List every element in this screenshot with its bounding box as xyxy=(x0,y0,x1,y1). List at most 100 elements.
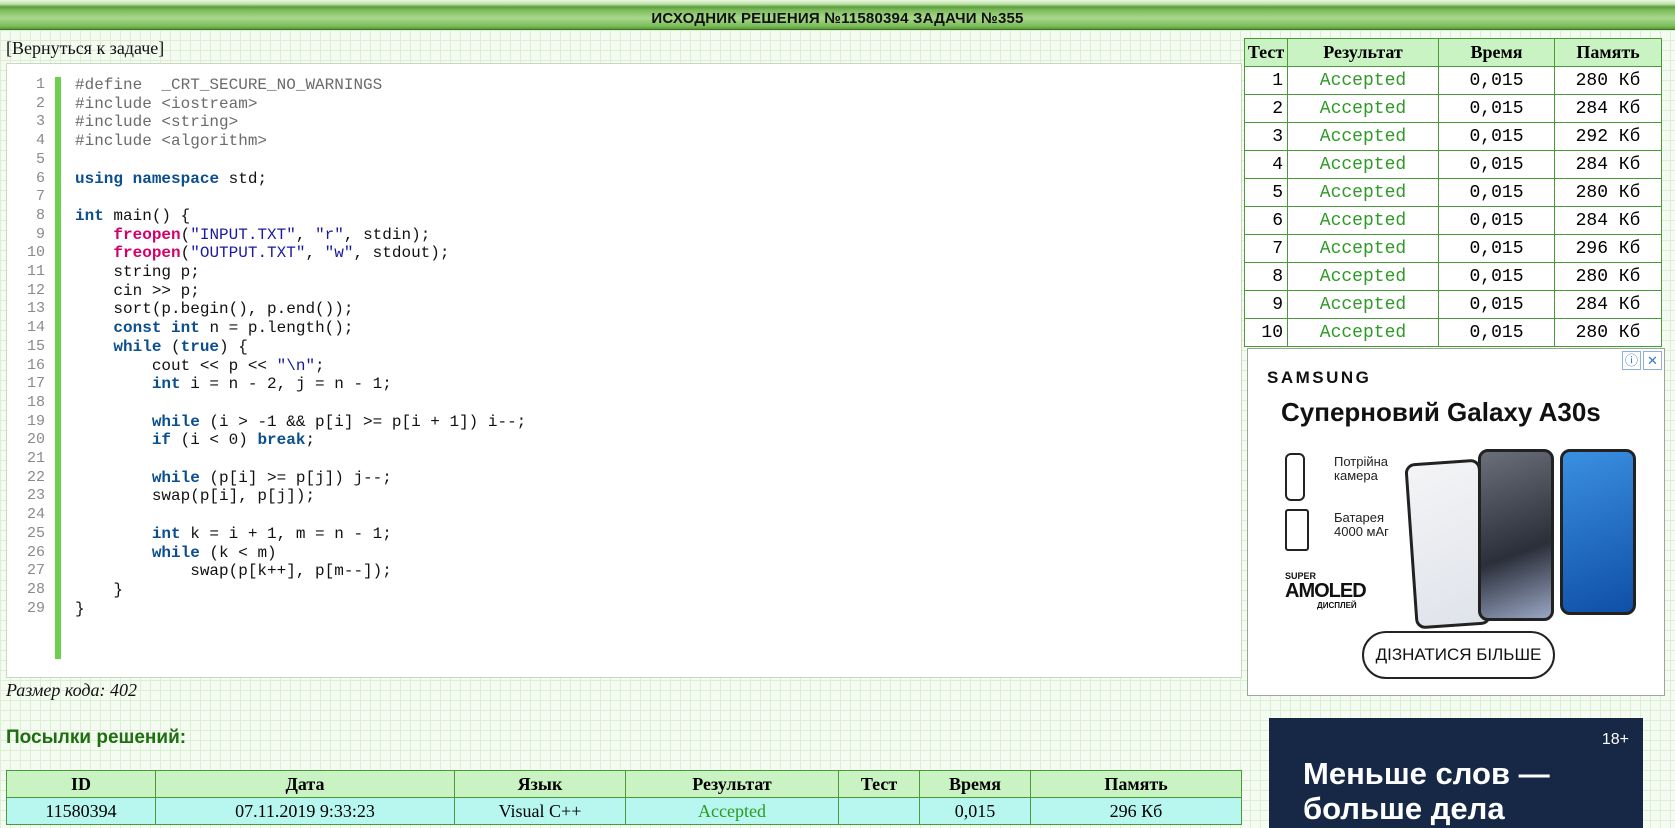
col-language: Язык xyxy=(454,770,626,798)
test-result: Accepted xyxy=(1287,206,1439,235)
line-number: 20 xyxy=(26,431,45,449)
line-number: 22 xyxy=(26,468,45,486)
test-number: 4 xyxy=(1244,150,1288,179)
code-line: 18 xyxy=(7,393,1207,413)
code-text: swap(p[k++], p[m--]); xyxy=(75,562,392,581)
line-number: 29 xyxy=(26,599,45,617)
code-line: 9 freopen("INPUT.TXT", "r", stdin); xyxy=(7,225,1207,245)
code-text: #include <iostream> xyxy=(75,94,258,113)
code-text: freopen("OUTPUT.TXT", "w", stdout); xyxy=(113,244,450,263)
test-row: 2 Accepted 0,015 284 Кб xyxy=(1244,94,1662,123)
test-number: 2 xyxy=(1244,94,1288,123)
test-number: 3 xyxy=(1244,122,1288,151)
code-line: 14 const int n = p.length(); xyxy=(7,318,1207,338)
samsung-ad[interactable]: ⓘ ✕ SAMSUNG Суперновий Galaxy A30s Потрій… xyxy=(1247,348,1665,696)
table-row[interactable]: 11580394 07.11.2019 9:33:23 Visual C++ A… xyxy=(6,797,1242,825)
line-number: 9 xyxy=(35,225,45,243)
back-to-problem-link[interactable]: [Вернуться к задаче] xyxy=(6,38,164,59)
test-number: 5 xyxy=(1244,178,1288,207)
line-number: 18 xyxy=(26,393,45,411)
line-number: 14 xyxy=(26,319,45,337)
code-line: 1 #define _CRT_SECURE_NO_WARNINGS xyxy=(7,75,1207,95)
ad-brand: SAMSUNG xyxy=(1267,368,1372,387)
col-memory: Память xyxy=(1554,38,1662,67)
test-row: 5 Accepted 0,015 280 Кб xyxy=(1244,178,1662,207)
test-row: 4 Accepted 0,015 284 Кб xyxy=(1244,150,1662,179)
code-line: 2 #include <iostream> xyxy=(7,94,1207,114)
test-number: 8 xyxy=(1244,262,1288,291)
test-row: 10 Accepted 0,015 280 Кб xyxy=(1244,318,1662,347)
code-text: while (p[i] >= p[j]) j--; xyxy=(151,468,392,487)
submission-id[interactable]: 11580394 xyxy=(6,797,156,825)
code-line: 24 xyxy=(7,505,1207,525)
amoled-label: AMOLED xyxy=(1285,580,1367,602)
page-title: ИСХОДНИК РЕШЕНИЯ №11580394 ЗАДАЧИ №355 xyxy=(651,10,1024,27)
amoled-sub: ДИСПЛЕЙ xyxy=(1317,601,1357,610)
code-text: #define _CRT_SECURE_NO_WARNINGS xyxy=(75,76,383,94)
tests-header-row: Тест Результат Время Память xyxy=(1244,38,1662,67)
test-number: 1 xyxy=(1244,66,1288,95)
code-text: while (true) { xyxy=(113,337,248,356)
submission-language: Visual C++ xyxy=(454,797,626,825)
test-memory: 284 Кб xyxy=(1554,290,1662,319)
code-line: 6 using namespace std; xyxy=(7,169,1207,189)
code-text: } xyxy=(75,580,124,599)
line-number: 11 xyxy=(26,263,45,280)
code-text: while (i > -1 && p[i] >= p[i + 1]) i--; xyxy=(151,412,527,431)
learn-more-button[interactable]: ДІЗНАТИСЯ БІЛЬШЕ xyxy=(1362,631,1555,679)
line-number: 15 xyxy=(26,337,45,355)
code-text: string p; xyxy=(75,263,200,281)
submission-memory: 296 Кб xyxy=(1030,797,1242,825)
code-text: while (k < m) xyxy=(151,543,277,562)
test-time: 0,015 xyxy=(1438,150,1555,179)
test-time: 0,015 xyxy=(1438,206,1555,235)
dark-ad-banner[interactable]: 18+ Меньше слов — больше дела xyxy=(1269,718,1643,828)
line-number: 1 xyxy=(35,76,45,93)
line-number: 4 xyxy=(35,132,45,150)
code-line: 4 #include <algorithm> xyxy=(7,131,1207,151)
age-rating: 18+ xyxy=(1601,731,1629,748)
submission-result: Accepted xyxy=(625,797,839,825)
test-memory: 284 Кб xyxy=(1554,94,1662,123)
code-line: 20 if (i < 0) break; xyxy=(7,430,1207,450)
test-result: Accepted xyxy=(1287,290,1439,319)
info-icon[interactable]: ⓘ xyxy=(1622,351,1641,370)
test-memory: 296 Кб xyxy=(1554,234,1662,263)
test-time: 0,015 xyxy=(1438,318,1555,347)
code-text: const int n = p.length(); xyxy=(113,319,354,338)
test-row: 7 Accepted 0,015 296 Кб xyxy=(1244,234,1662,263)
code-text: int main() { xyxy=(75,206,191,225)
code-line: 26 while (k < m) xyxy=(7,543,1207,563)
test-memory: 292 Кб xyxy=(1554,122,1662,151)
code-line: 11 string p; xyxy=(7,262,1207,282)
test-result: Accepted xyxy=(1287,122,1439,151)
line-number: 2 xyxy=(35,94,45,112)
test-memory: 280 Кб xyxy=(1554,66,1662,95)
line-number: 13 xyxy=(26,300,45,318)
test-row: 3 Accepted 0,015 292 Кб xyxy=(1244,122,1662,151)
test-time: 0,015 xyxy=(1438,290,1555,319)
camera-icon xyxy=(1285,453,1305,501)
code-line: 22 while (p[i] >= p[j]) j--; xyxy=(7,468,1207,488)
test-memory: 284 Кб xyxy=(1554,206,1662,235)
code-size-label: Размер кода: 402 xyxy=(6,680,137,700)
test-memory: 280 Кб xyxy=(1554,262,1662,291)
code-text: if (i < 0) break; xyxy=(151,431,316,450)
code-line: 15 while (true) { xyxy=(7,337,1207,357)
code-line: 5 xyxy=(7,150,1207,170)
ad-slogan: Меньше слов — больше дела xyxy=(1303,756,1550,826)
phone-blue-image xyxy=(1560,449,1636,615)
col-time: Время xyxy=(1438,38,1555,67)
submissions-table: ID Дата Язык Результат Тест Время Память… xyxy=(6,770,1242,825)
code-text: swap(p[i], p[j]); xyxy=(75,487,316,506)
code-line: 29} xyxy=(7,599,1207,619)
test-row: 9 Accepted 0,015 284 Кб xyxy=(1244,290,1662,319)
line-number: 12 xyxy=(26,281,45,299)
close-icon[interactable]: ✕ xyxy=(1643,351,1662,370)
code-line: 10 freopen("OUTPUT.TXT", "w", stdout); xyxy=(7,243,1207,263)
col-test: Тест xyxy=(1244,38,1288,67)
line-number: 5 xyxy=(35,150,45,168)
test-result: Accepted xyxy=(1287,318,1439,347)
tests-table: Тест Результат Время Память 1 Accepted 0,0… xyxy=(1244,38,1662,347)
col-result: Результат xyxy=(625,770,839,798)
